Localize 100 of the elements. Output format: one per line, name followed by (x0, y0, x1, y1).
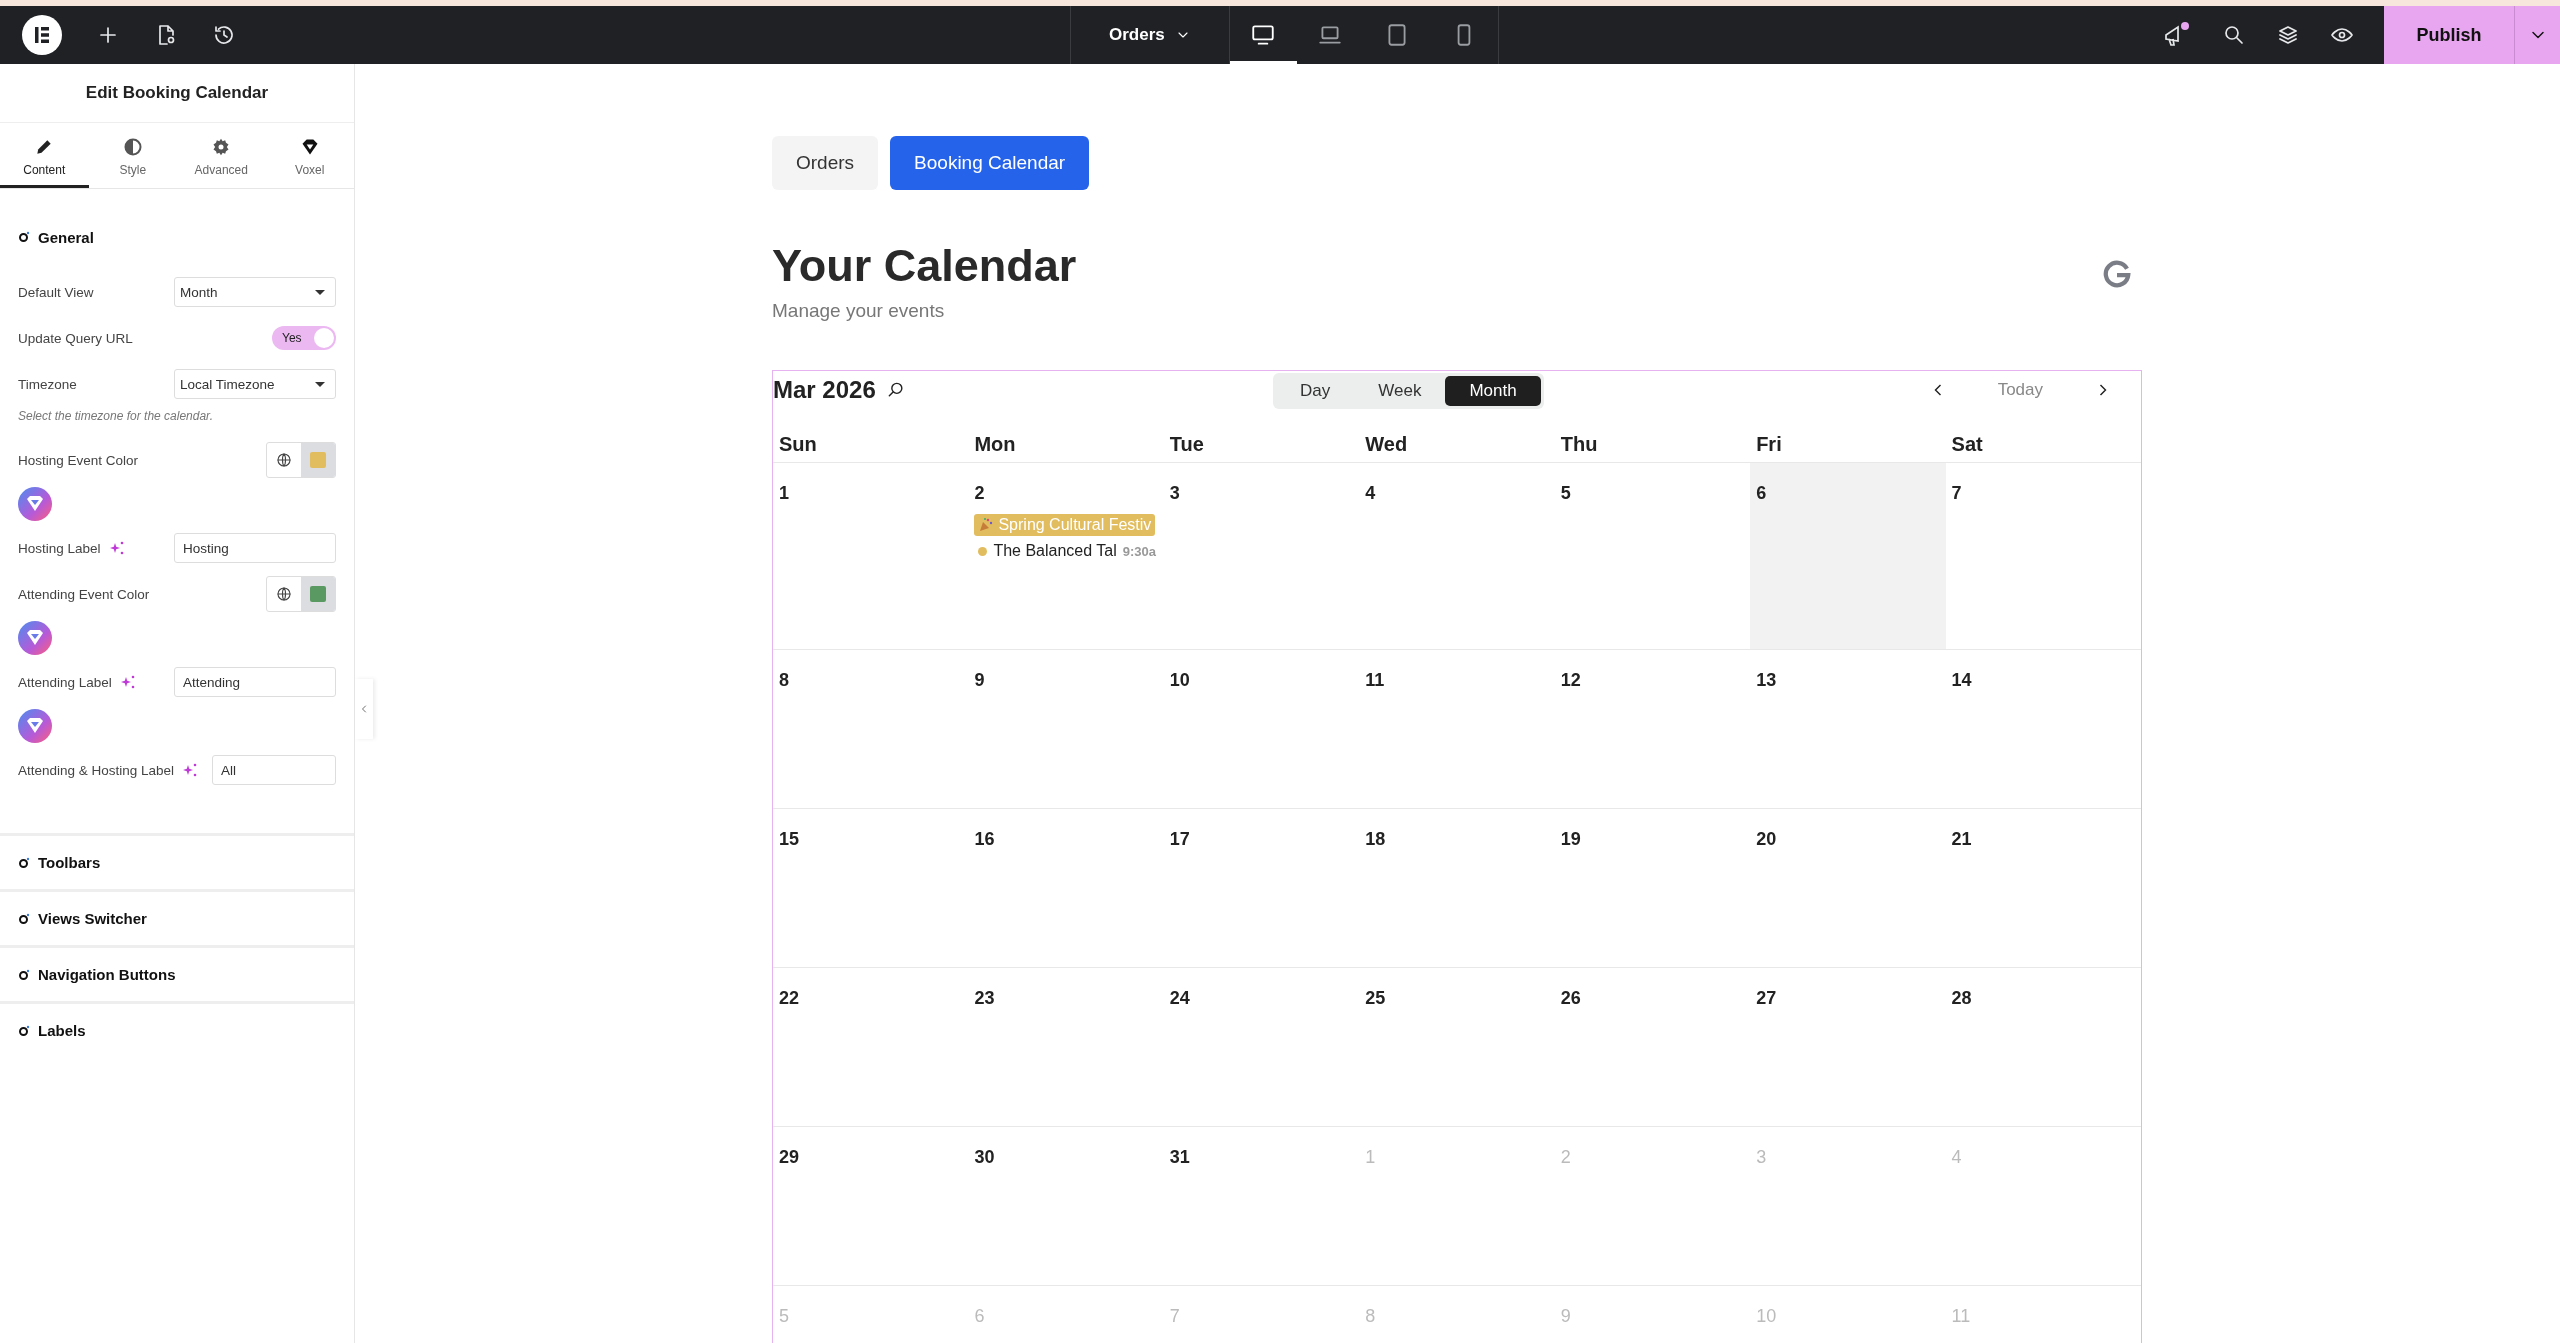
day-number: 7 (1169, 1306, 1180, 1327)
contrast-icon (122, 137, 143, 157)
day-number: 16 (974, 829, 995, 850)
day-number: 3 (1169, 483, 1180, 504)
event-item[interactable]: The Balanced Tal 9:30a (974, 542, 1156, 560)
field-label: Timezone (18, 376, 77, 392)
day-number: 8 (779, 670, 789, 691)
help-text: Select the timezone for the calendar. (18, 408, 214, 425)
day-number: 14 (1951, 670, 1972, 691)
day-number: 11 (1951, 1306, 1971, 1327)
toggle-switch[interactable]: Yes (272, 326, 336, 350)
section-header[interactable]: Toolbars (0, 833, 354, 889)
color-picker[interactable] (266, 442, 336, 478)
day-number: 20 (1756, 829, 1777, 850)
logo-icon[interactable] (22, 15, 62, 55)
sparkle-icon[interactable] (182, 762, 199, 778)
weekday-header: Thu (1559, 433, 1599, 457)
select-field[interactable]: Local Timezone (174, 369, 336, 399)
text-field[interactable]: Attending (174, 667, 336, 697)
dynamic-tag-icon[interactable] (18, 709, 52, 743)
panel-title: Edit Booking Calendar (0, 64, 354, 123)
day-number: 17 (1169, 829, 1190, 850)
field-label: Default View (18, 284, 94, 300)
history-icon[interactable] (212, 23, 236, 47)
search-icon[interactable] (2222, 23, 2246, 47)
confetti-icon (978, 517, 995, 533)
section-header[interactable]: Navigation Buttons (0, 945, 354, 1001)
section-icon (18, 912, 30, 925)
day-number: 28 (1951, 988, 1972, 1009)
view-tab[interactable]: Month (1445, 376, 1541, 406)
field-label: Hosting Label (18, 540, 101, 556)
publish-button[interactable]: Publish (2384, 6, 2514, 64)
field-label: Update Query URL (18, 330, 133, 346)
day-number: 5 (779, 1306, 789, 1327)
day-number: 2 (974, 483, 985, 504)
day-number: 23 (974, 988, 995, 1009)
panel-tab[interactable]: Style (88, 123, 177, 188)
day-number: 22 (779, 988, 800, 1009)
day-number: 1 (779, 483, 789, 504)
day-number: 30 (974, 1147, 995, 1168)
globe-icon[interactable] (276, 586, 292, 602)
view-tab[interactable]: Day (1276, 376, 1355, 406)
weekday-header: Sun (778, 433, 818, 457)
panel-tab[interactable]: Content (0, 123, 89, 188)
weekday-header: Fri (1755, 433, 1783, 457)
page-heading: Your Calendar (772, 240, 1077, 292)
field-label: Attending Event Color (18, 586, 150, 602)
desktop-icon[interactable] (1250, 22, 1277, 48)
day-number: 2 (1560, 1147, 1571, 1168)
day-number: 29 (779, 1147, 800, 1168)
layers-icon[interactable] (2276, 23, 2300, 47)
section-header[interactable]: Labels (0, 1001, 354, 1057)
day-number: 7 (1951, 483, 1962, 504)
field-label: Attending Label (18, 674, 112, 690)
text-field[interactable]: Hosting (174, 533, 336, 563)
color-picker[interactable] (266, 576, 336, 612)
panel-tab[interactable]: Voxel (265, 123, 354, 188)
section-header[interactable]: General (0, 209, 354, 265)
day-number: 12 (1560, 670, 1581, 691)
weekday-header: Sat (1950, 433, 1984, 457)
day-number: 3 (1756, 1147, 1767, 1168)
dynamic-tag-icon[interactable] (18, 487, 52, 521)
g-letter-icon[interactable] (2102, 260, 2132, 290)
day-number: 9 (1560, 1306, 1571, 1327)
nav-button[interactable]: Booking Calendar (890, 136, 1090, 190)
day-number: 31 (1169, 1147, 1190, 1168)
weekday-header: Tue (1168, 433, 1205, 457)
page-menu[interactable]: Orders (1070, 6, 1230, 64)
section-header[interactable]: Views Switcher (0, 889, 354, 945)
collapse-handle[interactable] (355, 679, 373, 739)
day-number: 26 (1560, 988, 1581, 1009)
day-number: 11 (1365, 670, 1385, 691)
globe-icon[interactable] (276, 452, 292, 468)
weekday-header: Mon (973, 433, 1017, 457)
day-number: 5 (1560, 483, 1571, 504)
day-number: 4 (1951, 1147, 1962, 1168)
day-number: 21 (1951, 829, 1972, 850)
select-field[interactable]: Month (174, 277, 336, 307)
today-button[interactable]: Today (1991, 379, 2049, 401)
nav-button[interactable]: Orders (772, 136, 879, 190)
field-label: Attending & Hosting Label (18, 762, 175, 778)
day-number: 8 (1365, 1306, 1376, 1327)
text-field[interactable]: All (212, 755, 336, 785)
section-icon (18, 968, 30, 981)
day-number: 9 (974, 670, 985, 691)
day-number: 27 (1756, 988, 1777, 1009)
megaphone-icon[interactable] (2162, 21, 2192, 49)
day-number: 10 (1169, 670, 1190, 691)
weekday-header: Wed (1364, 433, 1409, 457)
day-number: 13 (1756, 670, 1777, 691)
day-number: 6 (1756, 483, 1767, 504)
day-number: 18 (1365, 829, 1386, 850)
view-tab[interactable]: Week (1354, 376, 1446, 406)
day-number: 1 (1365, 1147, 1376, 1168)
day-number: 4 (1365, 483, 1376, 504)
panel-tab[interactable]: Advanced (177, 123, 266, 188)
day-number: 6 (974, 1306, 985, 1327)
dynamic-tag-icon[interactable] (18, 621, 52, 655)
section-icon (18, 856, 30, 869)
day-number: 24 (1169, 988, 1190, 1009)
